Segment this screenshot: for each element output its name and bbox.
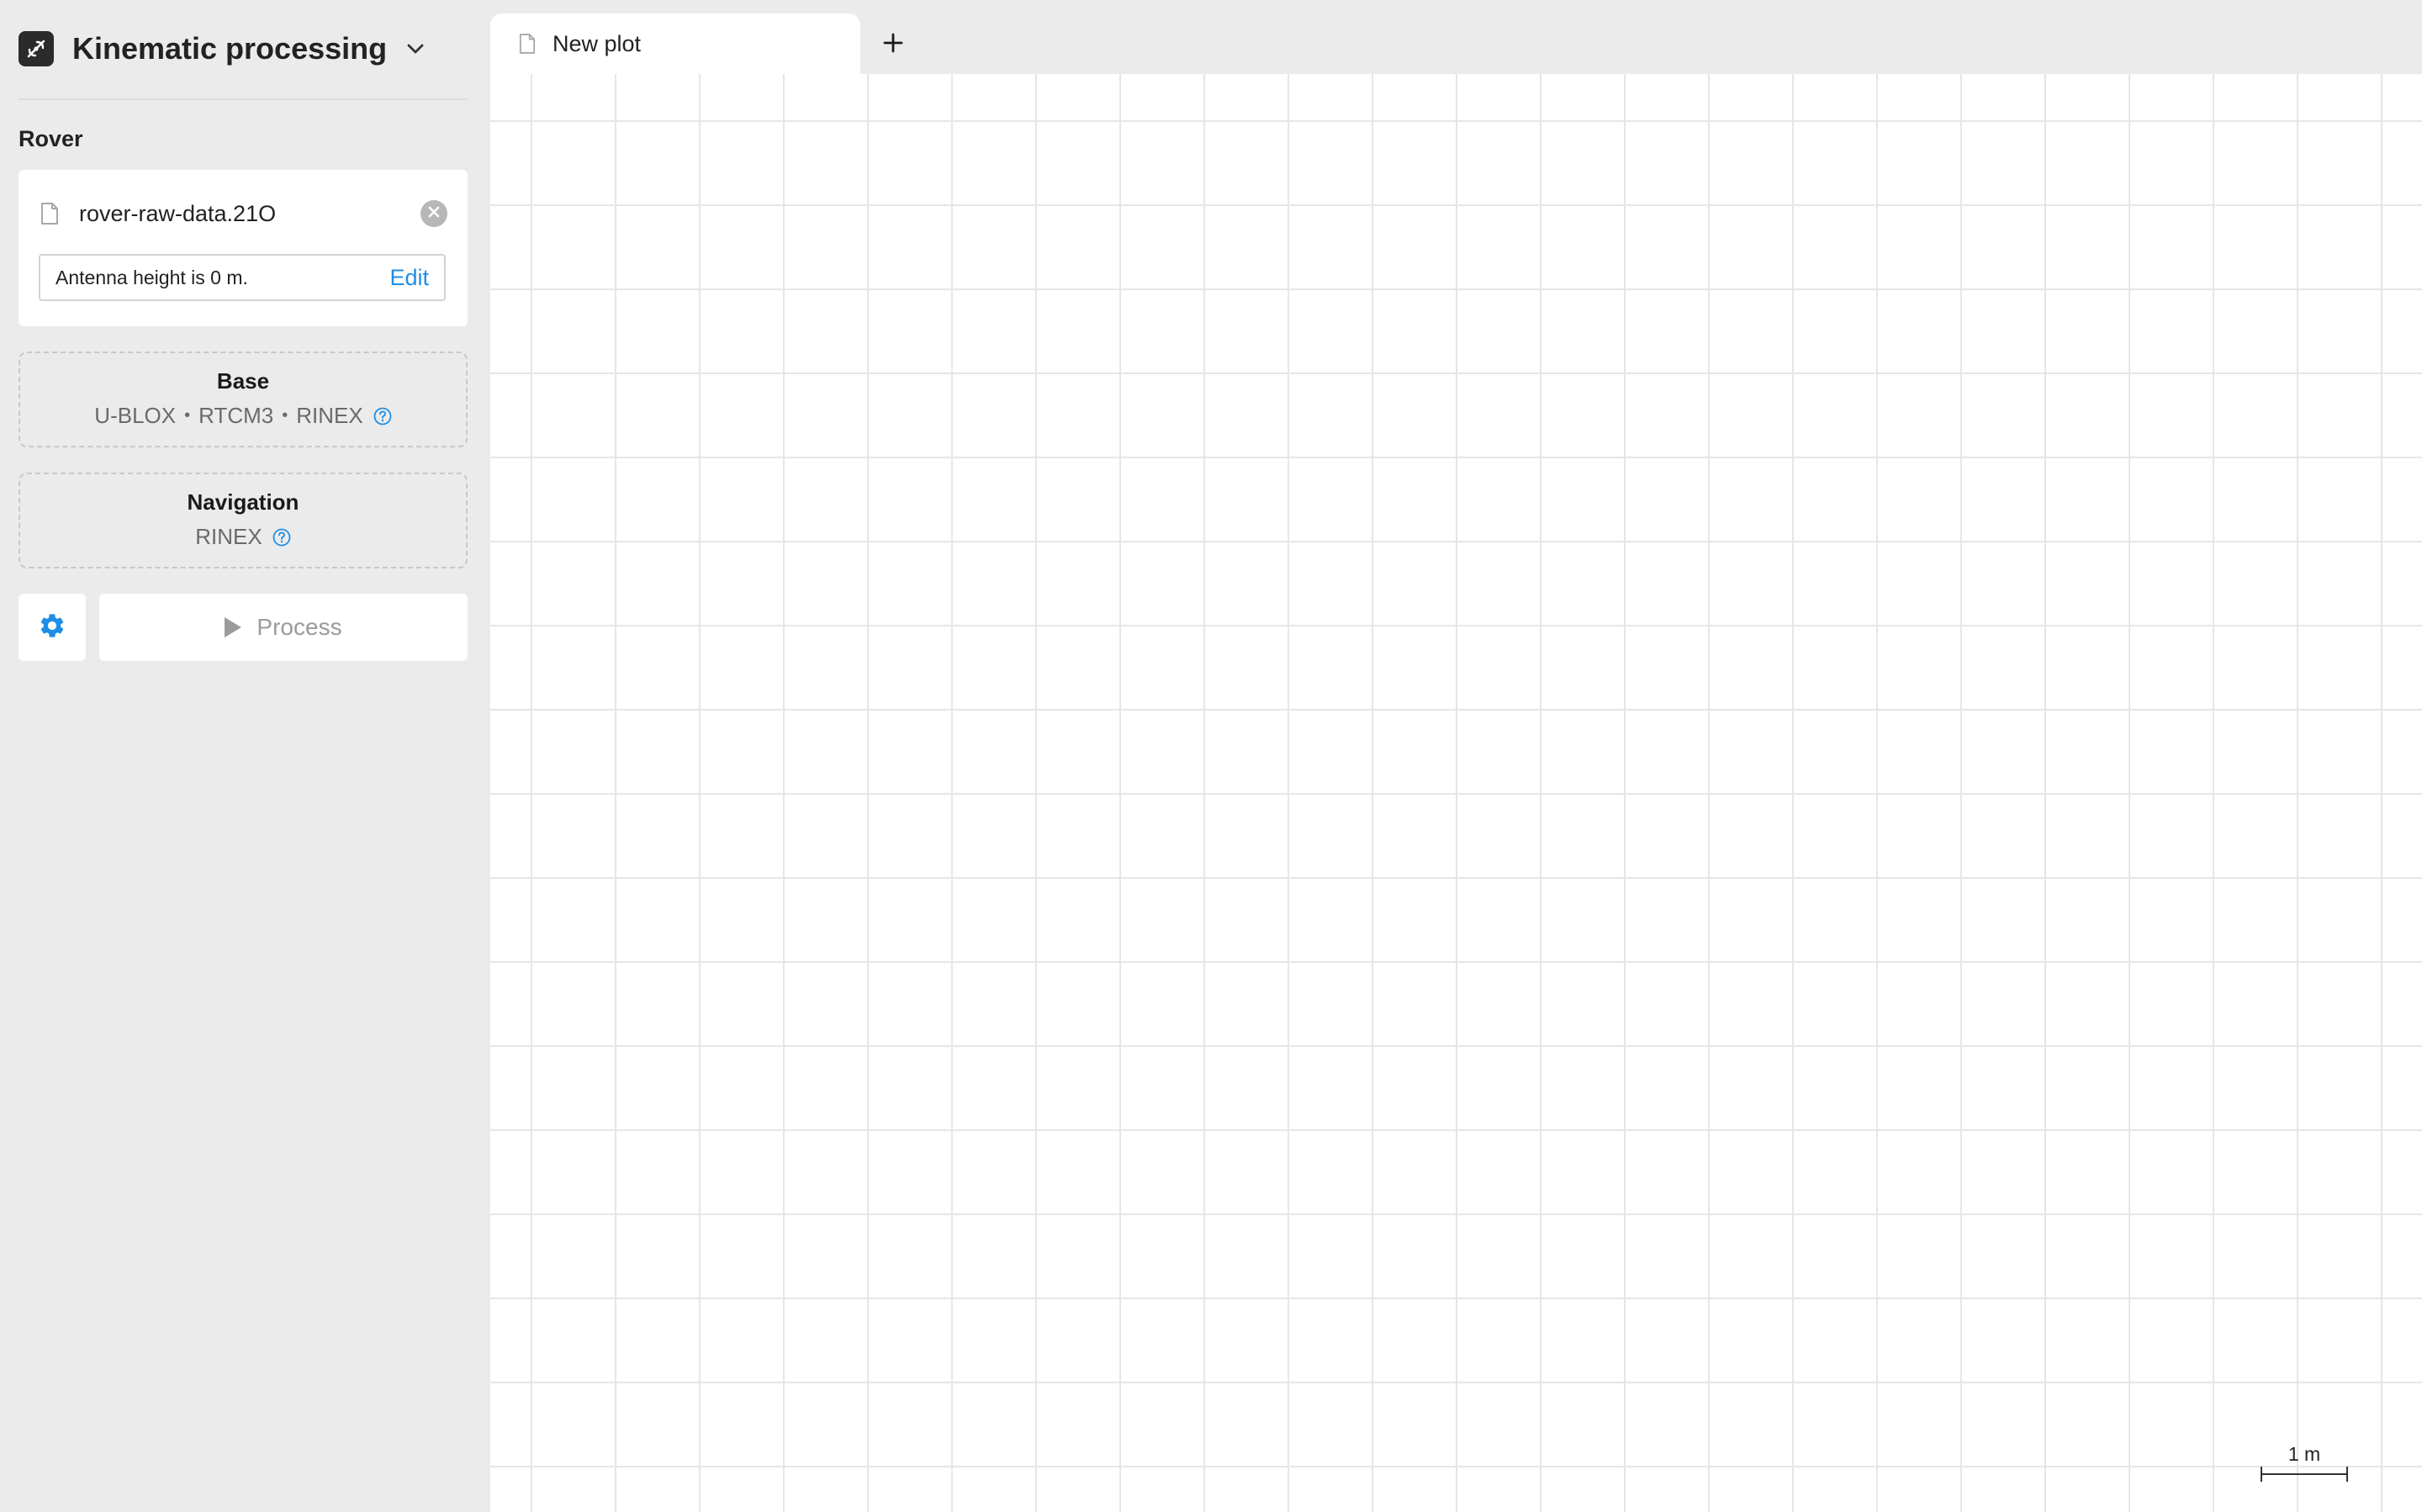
rover-file-name: rover-raw-data.21O bbox=[79, 200, 277, 226]
base-drop-zone[interactable]: Base U-BLOX • RTCM3 • RINEX bbox=[19, 352, 468, 447]
remove-file-button[interactable] bbox=[420, 200, 447, 227]
format-separator: • bbox=[184, 406, 191, 425]
plot-canvas[interactable] bbox=[490, 74, 2422, 1512]
help-icon[interactable] bbox=[272, 528, 291, 547]
format-separator: • bbox=[282, 406, 288, 425]
edit-antenna-button[interactable]: Edit bbox=[389, 265, 429, 291]
add-tab-button[interactable] bbox=[872, 24, 914, 66]
rover-file-row: rover-raw-data.21O bbox=[40, 195, 447, 232]
tab-bar: New plot bbox=[490, 0, 2422, 74]
scale-tick-right bbox=[2346, 1467, 2348, 1482]
antenna-height-text: Antenna height is 0 m. bbox=[56, 266, 248, 288]
close-icon bbox=[428, 206, 440, 222]
plus-icon bbox=[882, 32, 904, 58]
navigation-formats: RINEX bbox=[20, 524, 466, 550]
base-format: U-BLOX bbox=[94, 403, 177, 428]
app-title: Kinematic processing bbox=[72, 31, 388, 66]
rover-section-label: Rover bbox=[19, 126, 83, 151]
tab-new-plot[interactable]: New plot bbox=[490, 13, 860, 74]
base-format: RINEX bbox=[296, 403, 363, 428]
scale-tick-left bbox=[2261, 1467, 2262, 1482]
gear-icon bbox=[38, 611, 66, 644]
help-icon[interactable] bbox=[373, 407, 392, 426]
settings-button[interactable] bbox=[19, 594, 86, 661]
base-formats: U-BLOX • RTCM3 • RINEX bbox=[20, 403, 466, 429]
tab-label: New plot bbox=[553, 30, 642, 56]
satellite-link-icon bbox=[19, 31, 54, 66]
base-title: Base bbox=[216, 368, 270, 394]
process-button[interactable]: Process bbox=[99, 594, 468, 661]
base-format: RTCM3 bbox=[198, 403, 274, 428]
navigation-format: RINEX bbox=[195, 524, 262, 549]
process-label: Process bbox=[256, 614, 342, 640]
scale-line bbox=[2261, 1473, 2348, 1475]
app-switcher[interactable]: Kinematic processing bbox=[19, 25, 427, 72]
antenna-height-field: Antenna height is 0 m. Edit bbox=[39, 254, 446, 301]
navigation-title: Navigation bbox=[187, 489, 299, 515]
scale-label: 1 m bbox=[2287, 1443, 2321, 1465]
sidebar: Kinematic processing Rover rover-raw-dat… bbox=[0, 0, 490, 1512]
navigation-drop-zone[interactable]: Navigation RINEX bbox=[19, 473, 468, 568]
file-icon bbox=[40, 201, 62, 226]
sidebar-divider bbox=[19, 98, 468, 100]
rover-file-card: rover-raw-data.21O Antenna height is 0 m… bbox=[19, 170, 468, 326]
chevron-down-icon[interactable] bbox=[404, 37, 427, 61]
scale-bar: 1 m bbox=[2261, 1443, 2348, 1485]
play-icon bbox=[225, 617, 242, 637]
file-icon bbox=[519, 32, 537, 56]
